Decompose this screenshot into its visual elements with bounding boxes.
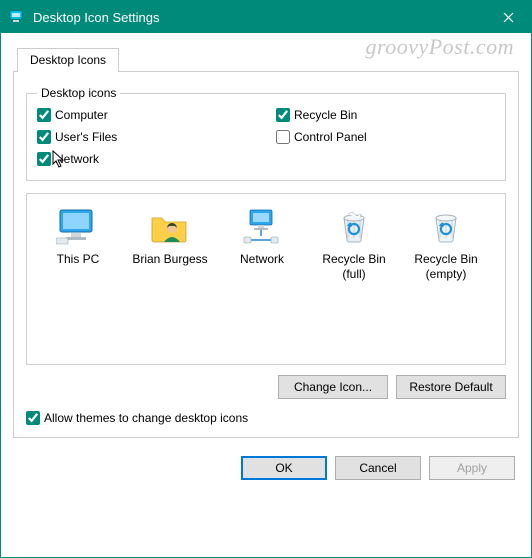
check-computer-label: Computer (55, 108, 108, 122)
network-icon (217, 204, 307, 248)
group-legend: Desktop icons (37, 86, 120, 100)
check-network-box[interactable] (37, 152, 51, 166)
icon-label: This PC (33, 252, 123, 267)
ok-button[interactable]: OK (241, 456, 327, 480)
desktop-icons-group: Desktop icons Computer Recycle Bin User'… (26, 86, 506, 181)
allow-themes-box[interactable] (26, 411, 40, 425)
window-title: Desktop Icon Settings (33, 10, 486, 25)
restore-default-button[interactable]: Restore Default (396, 375, 506, 399)
cancel-button[interactable]: Cancel (335, 456, 421, 480)
allow-themes-check[interactable]: Allow themes to change desktop icons (26, 411, 506, 425)
check-recyclebin[interactable]: Recycle Bin (276, 108, 495, 122)
bin-empty-icon (401, 204, 491, 248)
system-icon (9, 9, 25, 25)
change-icon-button[interactable]: Change Icon... (278, 375, 388, 399)
check-recyclebin-box[interactable] (276, 108, 290, 122)
monitor-icon (33, 204, 123, 248)
tab-content: Desktop icons Computer Recycle Bin User'… (13, 71, 519, 438)
check-controlpanel-box[interactable] (276, 130, 290, 144)
bin-full-icon (309, 204, 399, 248)
check-userfiles-box[interactable] (37, 130, 51, 144)
check-controlpanel[interactable]: Control Panel (276, 130, 495, 144)
dialog-footer: OK Cancel Apply (1, 448, 531, 494)
check-computer-box[interactable] (37, 108, 51, 122)
apply-button[interactable]: Apply (429, 456, 515, 480)
check-userfiles[interactable]: User's Files (37, 130, 256, 144)
check-network-label: Network (55, 152, 99, 166)
icon-item-recyclebin-empty[interactable]: Recycle Bin (empty) (401, 204, 491, 354)
check-recyclebin-label: Recycle Bin (294, 108, 357, 122)
close-button[interactable] (486, 1, 531, 33)
icon-label: Recycle Bin (full) (309, 252, 399, 282)
check-controlpanel-label: Control Panel (294, 130, 367, 144)
icon-label: Network (217, 252, 307, 267)
close-icon (503, 12, 514, 23)
icon-item-userfiles[interactable]: Brian Burgess (125, 204, 215, 354)
icon-item-thispc[interactable]: This PC (33, 204, 123, 354)
icon-label: Brian Burgess (125, 252, 215, 267)
check-computer[interactable]: Computer (37, 108, 256, 122)
tab-strip: Desktop Icons (17, 47, 531, 71)
check-network[interactable]: Network (37, 152, 256, 166)
allow-themes-label: Allow themes to change desktop icons (44, 411, 248, 425)
icon-preview-panel: This PC Brian Burgess (26, 193, 506, 365)
title-bar: Desktop Icon Settings (1, 1, 531, 33)
check-userfiles-label: User's Files (55, 130, 117, 144)
tab-desktop-icons[interactable]: Desktop Icons (17, 48, 119, 72)
userfiles-icon (125, 204, 215, 248)
icon-item-network[interactable]: Network (217, 204, 307, 354)
icon-item-recyclebin-full[interactable]: Recycle Bin (full) (309, 204, 399, 354)
icon-label: Recycle Bin (empty) (401, 252, 491, 282)
